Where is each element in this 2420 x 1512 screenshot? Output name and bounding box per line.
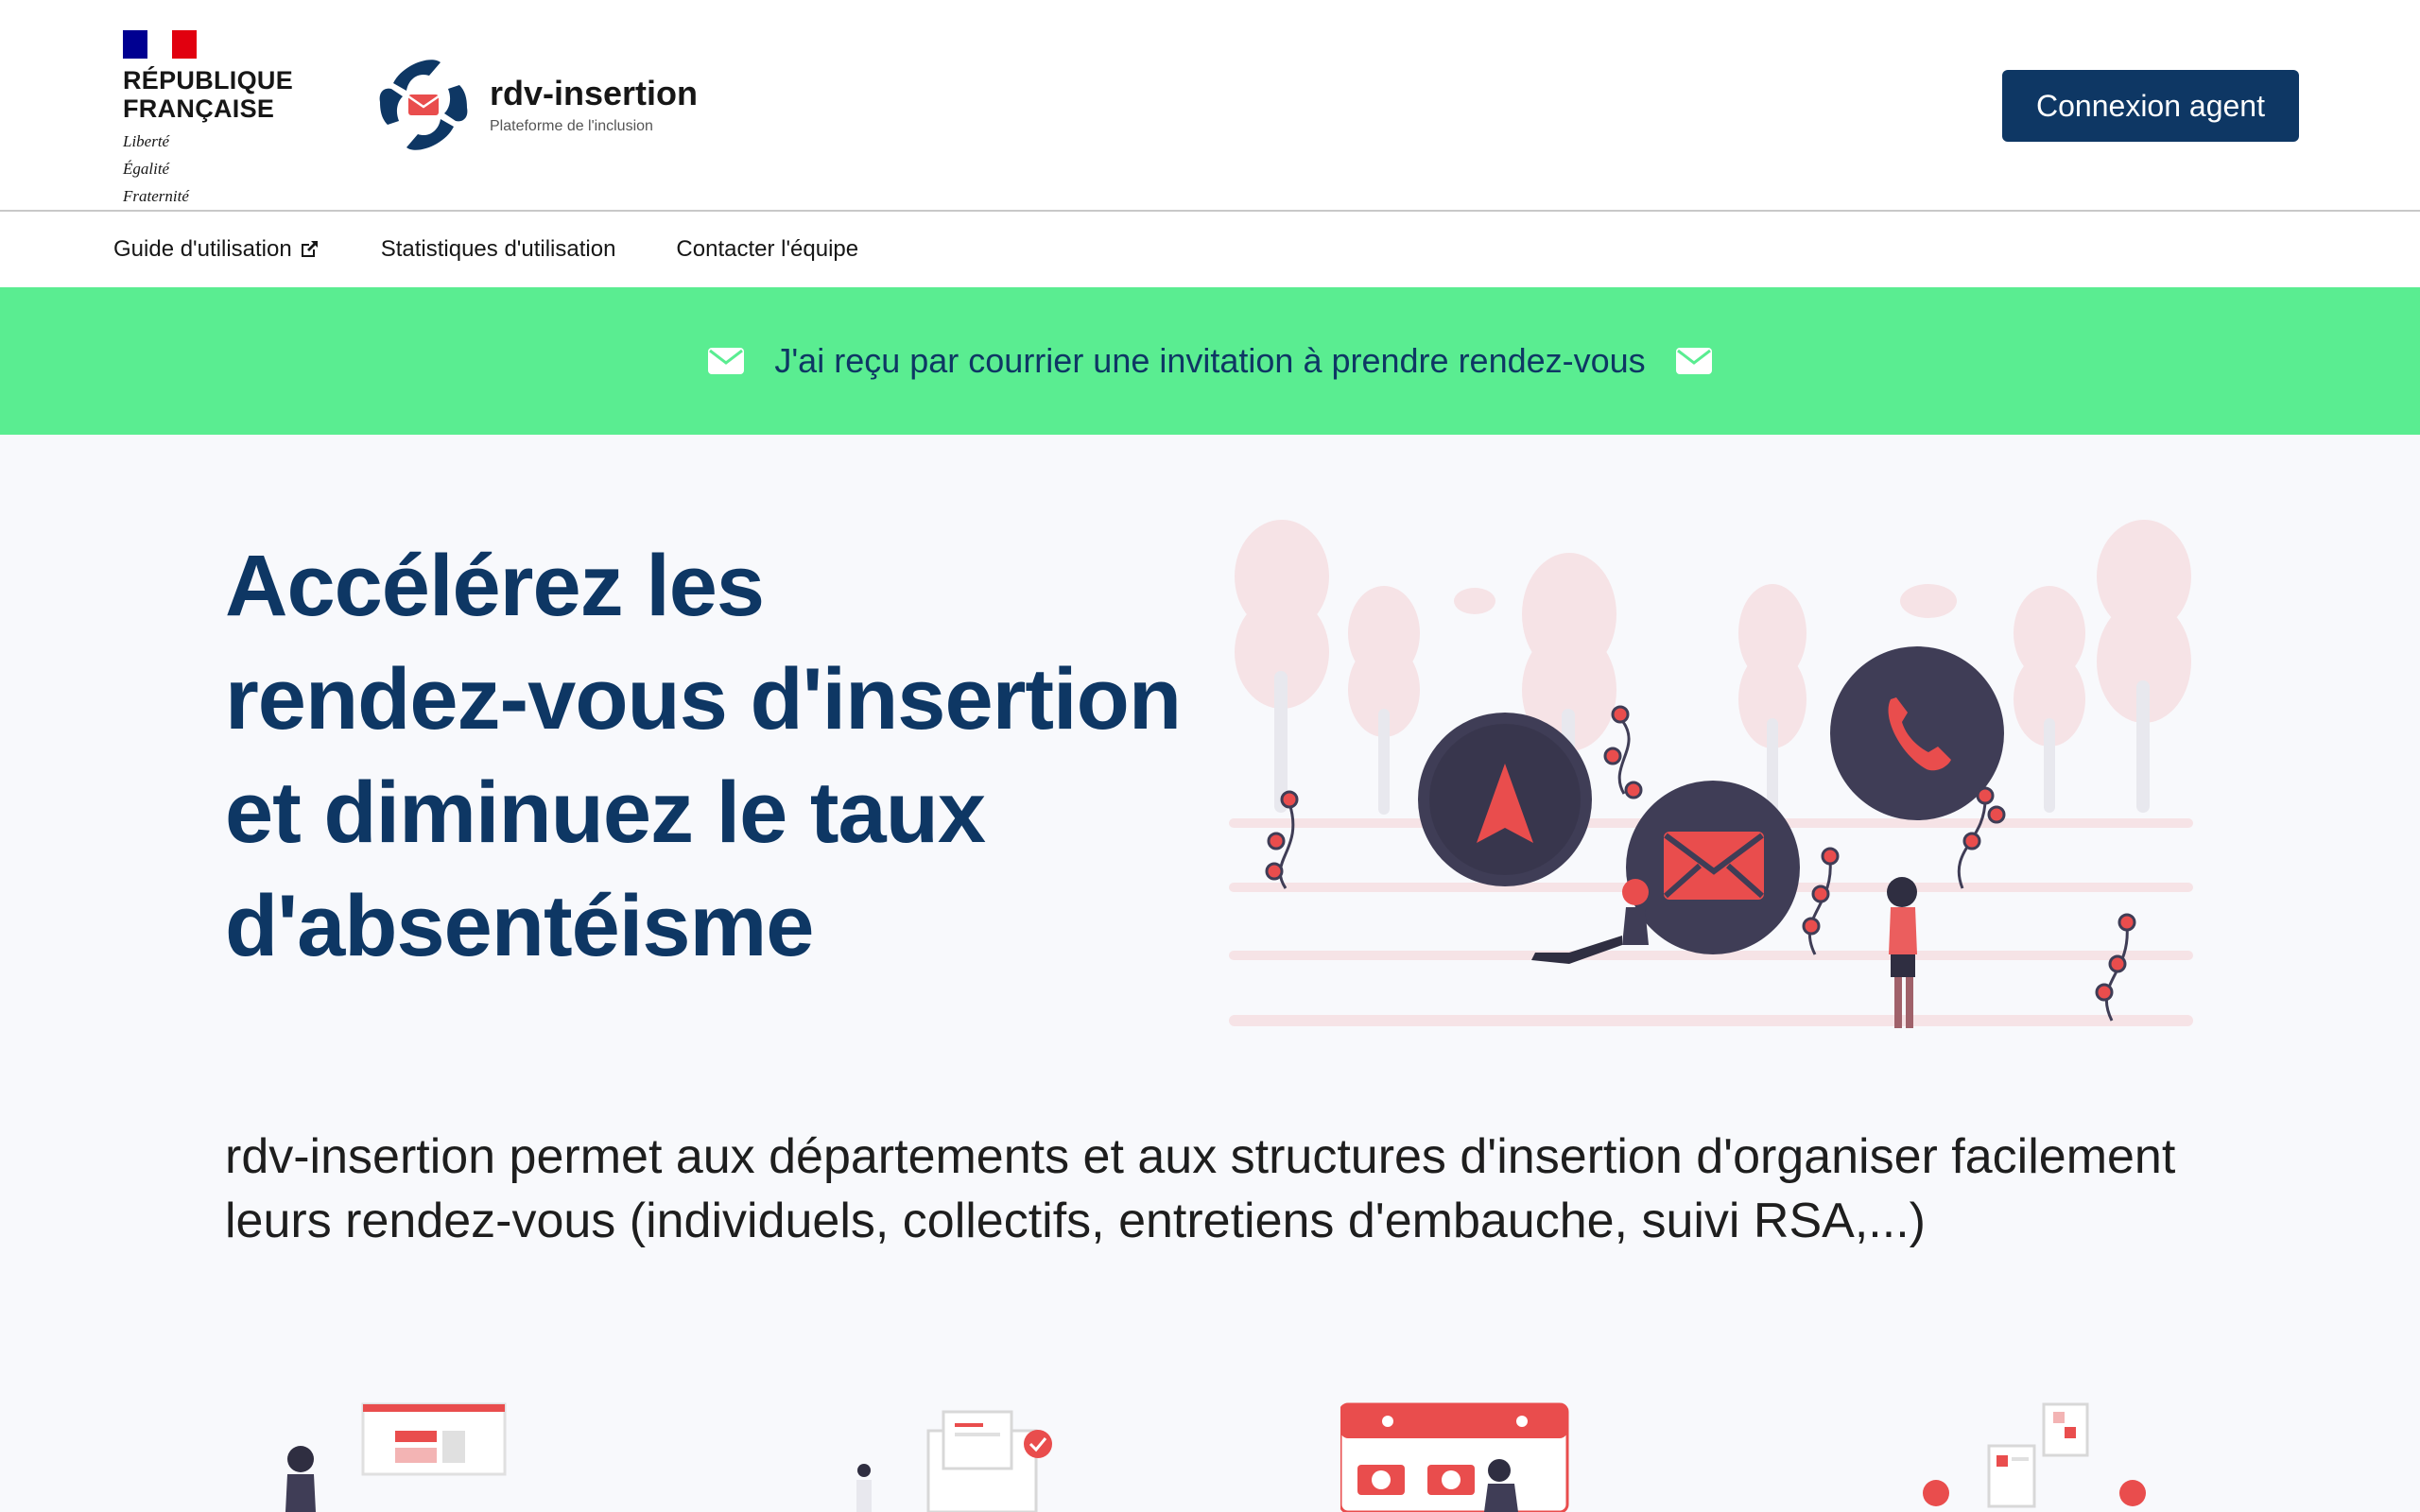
- standing-person: [1887, 877, 1917, 1028]
- nav-item-label: Statistiques d'utilisation: [380, 236, 616, 262]
- republic-line-2: FRANÇAISE: [123, 94, 275, 123]
- brand-logo[interactable]: rdv-insertion Plateforme de l'inclusion: [374, 55, 698, 155]
- french-flag-icon: [123, 30, 197, 59]
- hero-illustration: [1229, 520, 2193, 1028]
- republique-francaise-logo[interactable]: RÉPUBLIQUE FRANÇAISE Liberté Égalité Fra…: [123, 30, 302, 205]
- nav-item-guide[interactable]: Guide d'utilisation: [113, 236, 320, 263]
- navigation-circle: [1418, 713, 1592, 886]
- nav-item-statistiques[interactable]: Statistiques d'utilisation: [381, 236, 616, 263]
- brand-name: rdv-insertion: [490, 74, 699, 112]
- hero-title: Accélérez les rendez-vous d'insertion et…: [225, 529, 1218, 983]
- agent-login-button[interactable]: Connexion agent: [2002, 70, 2299, 142]
- envelope-circle: [1626, 781, 1800, 954]
- motto-egalite: Égalité: [123, 160, 170, 178]
- calendar-web-illustration: [285, 1402, 507, 1512]
- mail-notification-illustration: [856, 1410, 1052, 1512]
- feature-illustrations: [0, 1399, 2420, 1512]
- hero-title-line: rendez-vous d'insertion: [225, 651, 1182, 747]
- nav-item-contact[interactable]: Contacter l'équipe: [676, 236, 858, 263]
- nav-item-label: Contacter l'équipe: [676, 236, 859, 262]
- rdv-insertion-logo-icon: [379, 60, 468, 150]
- background-trees: [1235, 520, 2191, 815]
- site-header: RÉPUBLIQUE FRANÇAISE Liberté Égalité Fra…: [0, 0, 2420, 212]
- hero-title-line: et diminuez le taux: [225, 765, 986, 861]
- hero-title-line: Accélérez les: [225, 538, 765, 634]
- motto-fraternite: Fraternité: [123, 187, 189, 205]
- documents-illustration: [1923, 1402, 2146, 1508]
- hero-title-line: d'absentéisme: [225, 878, 814, 974]
- invitation-banner[interactable]: J'ai reçu par courrier une invitation à …: [0, 287, 2420, 435]
- calendar-check-illustration: [1340, 1402, 1569, 1512]
- intro-paragraph: rdv-insertion permet aux départements et…: [225, 1129, 2176, 1248]
- envelope-icon: [708, 348, 745, 374]
- nav-item-label: Guide d'utilisation: [113, 236, 292, 262]
- brand-tagline: Plateforme de l'inclusion: [490, 118, 653, 134]
- external-link-icon: [301, 241, 318, 257]
- banner-text: J'ai reçu par courrier une invitation à …: [774, 341, 1646, 380]
- main-navigation: Guide d'utilisation Statistiques d'utili…: [0, 212, 2420, 287]
- envelope-icon: [1675, 348, 1712, 374]
- republic-line-1: RÉPUBLIQUE: [123, 66, 294, 94]
- motto-liberte: Liberté: [123, 132, 170, 150]
